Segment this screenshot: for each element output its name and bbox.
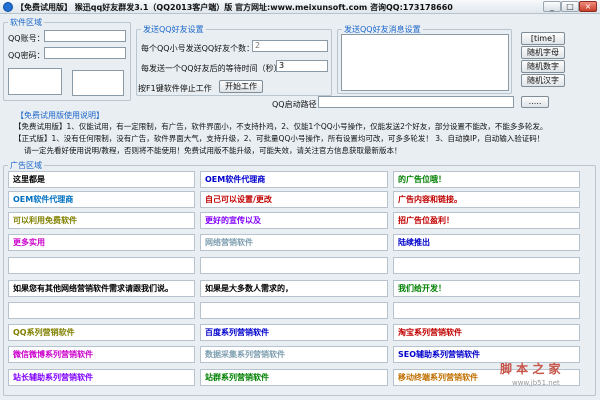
maximize-button[interactable]: □ — [561, 1, 579, 12]
ad-cell[interactable]: 可以利用免费软件 — [8, 212, 195, 229]
ad-cell[interactable]: 网络营销软件 — [200, 234, 388, 251]
ad-cell[interactable]: 自己可以设置/更改 — [200, 191, 388, 208]
ad-cell[interactable]: 站群系列营销软件 — [200, 369, 388, 386]
qq-password-input[interactable] — [44, 47, 126, 59]
ad-cell[interactable]: OEM软件代理商 — [8, 191, 195, 208]
close-button[interactable]: × — [579, 1, 597, 12]
stop-hint: 按F1键软件停止工作 — [138, 84, 212, 93]
ad-cell[interactable] — [8, 257, 195, 274]
ad-cell[interactable] — [393, 302, 580, 319]
help-line-trial: 【免费试用版】1、仅能试用，有一定限制，有广告，软件界面小，不支持扑鸡，2、仅能… — [14, 122, 548, 131]
ad-cell[interactable]: 如果您有其他网络营销软件需求请跟我们说。 — [8, 280, 195, 297]
ad-cell[interactable]: 这里都是 — [8, 171, 195, 188]
watermark-url: www.jb51.net — [512, 379, 560, 387]
ads-legend: 广告区域 — [10, 161, 42, 170]
browse-path-button[interactable]: ..... — [521, 96, 549, 108]
ad-cell[interactable] — [200, 257, 388, 274]
ad-cell[interactable]: 如果是大多数人需求的， — [200, 280, 388, 297]
per-qq-count-input[interactable]: 2 — [252, 40, 328, 52]
qq-account-label: QQ账号： — [8, 34, 45, 43]
random-letters-button[interactable]: 随机字母 — [521, 46, 565, 59]
qq-account-input[interactable] — [44, 30, 126, 42]
ad-cell[interactable]: 陆续推出 — [393, 234, 580, 251]
ad-cell[interactable]: 招广告位盈利！ — [393, 212, 580, 229]
app-icon — [3, 2, 13, 12]
ad-cell[interactable]: 更多实用 — [8, 234, 195, 251]
help-legend: 【免费试用版使用说明】 — [16, 111, 104, 120]
ad-cell[interactable]: 百度系列营销软件 — [200, 324, 388, 341]
ad-cell[interactable] — [393, 257, 580, 274]
per-qq-count-label: 每个QQ小号发送QQ好友个数： — [141, 44, 255, 53]
wait-time-input[interactable]: 3 — [276, 60, 328, 72]
random-numbers-button[interactable]: 随机数字 — [521, 60, 565, 73]
ad-cell[interactable] — [200, 302, 388, 319]
wait-time-label: 每发送一个QQ好友后的等待时间（秒）： — [141, 64, 286, 73]
ad-cell[interactable]: 更好的宣传以及 — [200, 212, 388, 229]
qq-path-input[interactable] — [318, 96, 514, 108]
help-line-notice: 请一定先看好使用说明/教程，否则将不能使用！免费试用版不能升级，可能失效，请关注… — [24, 146, 402, 155]
qq-path-label: QQ启动路径： — [272, 100, 325, 109]
ad-cell[interactable]: 淘宝系列营销软件 — [393, 324, 580, 341]
ad-cell[interactable]: OEM软件代理商 — [200, 171, 388, 188]
random-chinese-button[interactable]: 随机汉字 — [521, 74, 565, 87]
ad-cell[interactable]: 微信微博系列营销软件 — [8, 346, 195, 363]
message-textarea[interactable] — [341, 34, 509, 91]
insert-time-button[interactable]: [time] — [521, 32, 565, 45]
start-work-button[interactable]: 开始工作 — [219, 80, 263, 93]
ad-cell[interactable]: 的广告位哦！ — [393, 171, 580, 188]
ad-cell[interactable]: QQ系列营销软件 — [8, 324, 195, 341]
window-title: 【免费试用版】 猴迅qq好友群发3.1（QQ2013客户端）版 官方网址:www… — [16, 3, 453, 12]
captcha-image-box — [8, 68, 62, 95]
watermark: 脚 本 之 家 — [500, 362, 561, 376]
friend-settings-legend: 发送QQ好友设置 — [143, 25, 204, 34]
ad-cell[interactable]: 数据采集系列营销软件 — [200, 346, 388, 363]
ad-cell[interactable]: 广告内容和链接。 — [393, 191, 580, 208]
ad-cell[interactable] — [8, 302, 195, 319]
qq-password-label: QQ密码： — [8, 51, 45, 60]
software-area-legend: 软件区域 — [10, 18, 42, 27]
minimize-button[interactable]: _ — [543, 1, 561, 12]
captcha-input[interactable] — [72, 70, 124, 96]
ad-cell[interactable]: 我们给开发！ — [393, 280, 580, 297]
title-bar: 【免费试用版】 猴迅qq好友群发3.1（QQ2013客户端）版 官方网址:www… — [0, 0, 600, 14]
help-line-full: 【正式版】1、没有任何限制，没有广告，软件界面大气，支持升级，2、可批量QQ小号… — [14, 134, 545, 143]
ad-cell[interactable]: 站长辅助系列营销软件 — [8, 369, 195, 386]
